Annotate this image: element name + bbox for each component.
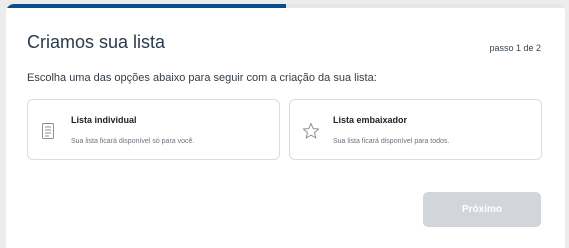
list-document-icon — [40, 122, 56, 140]
progress-bar-fill — [6, 4, 286, 8]
progress-bar — [6, 4, 565, 8]
option-title: Lista individual — [71, 115, 137, 125]
star-icon — [302, 122, 320, 140]
option-description: Sua lista ficará disponível só para você… — [71, 138, 195, 145]
modal-title: Criamos sua lista — [27, 32, 166, 52]
instruction-text: Escolha uma das opções abaixo para segui… — [27, 72, 377, 84]
option-card-individual[interactable]: Lista individual Sua lista ficará dispon… — [27, 99, 280, 160]
option-card-ambassador[interactable]: Lista embaixador Sua lista ficará dispon… — [289, 99, 542, 160]
create-list-modal: Criamos sua lista passo 1 de 2 Escolha u… — [6, 4, 565, 248]
option-title: Lista embaixador — [333, 115, 408, 125]
next-button[interactable]: Próximo — [423, 192, 541, 227]
step-indicator: passo 1 de 2 — [489, 43, 541, 53]
option-description: Sua lista ficará disponível para todos. — [333, 138, 450, 145]
